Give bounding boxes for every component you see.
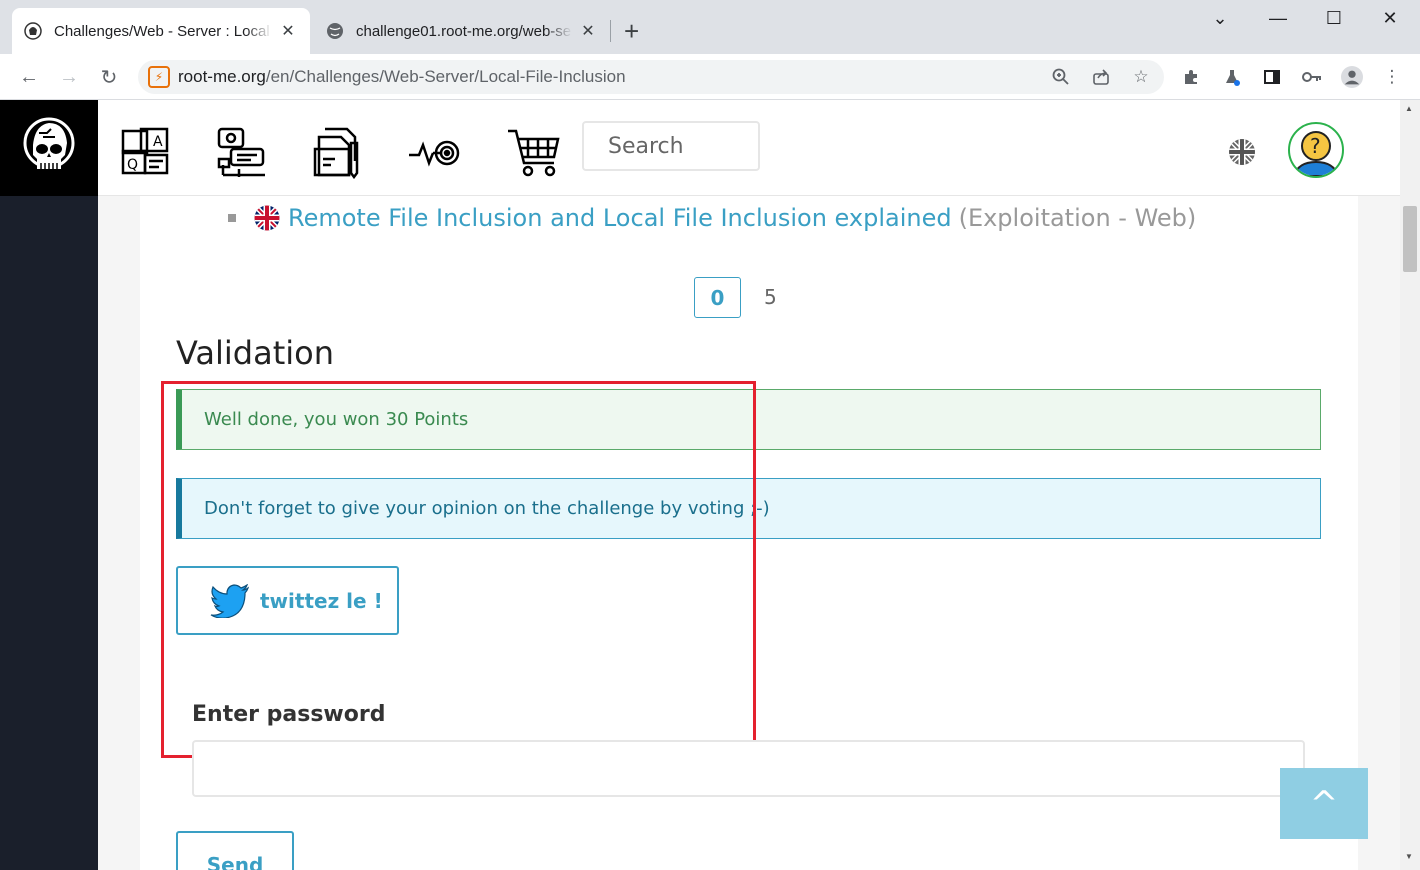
uk-flag-icon	[254, 205, 280, 231]
tab-challenge[interactable]: Challenges/Web - Server : Local File Inc…	[12, 8, 310, 54]
reload-icon[interactable]: ↻	[96, 64, 122, 90]
tab-search-icon[interactable]: ⌄	[1200, 8, 1240, 29]
browser-titlebar: Challenges/Web - Server : Local File Inc…	[0, 0, 1420, 54]
close-tab-icon[interactable]: ✕	[278, 21, 298, 41]
profile-icon[interactable]	[1341, 66, 1363, 88]
tab-challenge01[interactable]: challenge01.root-me.org/web-serveur/ch16…	[314, 8, 610, 54]
language-flag-icon[interactable]	[1228, 138, 1256, 166]
forum-icon[interactable]	[214, 124, 270, 180]
resource-link[interactable]: Remote File Inclusion and Local File Inc…	[288, 204, 952, 232]
user-avatar[interactable]: ?	[1288, 122, 1344, 178]
site-search-input[interactable]: Search	[582, 121, 760, 171]
pagination-current[interactable]: 0	[694, 277, 741, 318]
cart-icon[interactable]	[506, 124, 562, 180]
bookmark-star-icon[interactable]: ☆	[1130, 66, 1152, 88]
labs-flask-icon[interactable]	[1221, 66, 1243, 88]
tab-title: challenge01.root-me.org/web-serveur/ch16…	[356, 22, 572, 40]
rootme-favicon-icon	[24, 22, 42, 40]
password-label: Enter password	[192, 702, 386, 727]
password-input[interactable]	[192, 740, 1305, 797]
site-navbar: A Q Search ?	[98, 100, 1400, 196]
scroll-down-icon[interactable]: ▼	[1405, 852, 1413, 861]
tab-title: Challenges/Web - Server : Local File Inc…	[54, 22, 272, 40]
svg-text:Q: Q	[127, 157, 138, 173]
target-icon[interactable]	[406, 124, 462, 180]
maximize-icon[interactable]: ☐	[1314, 8, 1354, 29]
minimize-icon[interactable]: —	[1258, 8, 1298, 29]
side-panel-icon[interactable]	[1261, 66, 1283, 88]
qa-icon[interactable]: A Q	[118, 124, 174, 180]
globe-icon	[326, 22, 344, 40]
scroll-up-icon[interactable]: ▲	[1405, 104, 1413, 113]
back-icon[interactable]: ←	[16, 64, 42, 90]
browser-toolbar: ← → ↻ ⚡ root-me.org/en/Challenges/Web-Se…	[0, 54, 1420, 100]
key-icon[interactable]	[1301, 66, 1323, 88]
pagination-page[interactable]: 5	[764, 285, 777, 309]
url-text: root-me.org/en/Challenges/Web-Server/Loc…	[178, 67, 626, 86]
page-viewport: A Q Search ? Remote File Inclusion and L…	[0, 100, 1420, 870]
page-scrollbar[interactable]: ▲ ▼	[1400, 100, 1420, 870]
svg-text:?: ?	[1310, 134, 1321, 158]
zoom-icon[interactable]	[1050, 66, 1072, 88]
svg-text:A: A	[153, 134, 163, 150]
documents-icon[interactable]	[310, 124, 366, 180]
resource-list-item: Remote File Inclusion and Local File Inc…	[228, 204, 1196, 232]
rootme-logo-icon[interactable]	[0, 100, 98, 196]
site-info-icon[interactable]: ⚡	[148, 66, 170, 88]
resource-category: (Exploitation - Web)	[958, 204, 1197, 232]
close-tab-icon[interactable]: ✕	[578, 21, 598, 41]
address-bar[interactable]: ⚡ root-me.org/en/Challenges/Web-Server/L…	[138, 60, 1164, 94]
new-tab-button[interactable]: +	[624, 18, 639, 44]
scrollbar-thumb[interactable]	[1403, 206, 1417, 272]
forward-icon[interactable]: →	[56, 64, 82, 90]
validation-heading: Validation	[176, 334, 335, 372]
close-window-icon[interactable]: ✕	[1370, 8, 1410, 29]
scroll-to-top-button[interactable]: ^	[1280, 768, 1368, 839]
extensions-icon[interactable]	[1180, 66, 1202, 88]
left-sidebar	[0, 100, 98, 870]
tab-separator	[610, 20, 611, 42]
share-icon[interactable]	[1090, 66, 1112, 88]
list-bullet	[228, 214, 236, 222]
menu-kebab-icon[interactable]: ⋮	[1381, 66, 1403, 88]
send-button[interactable]: Send	[176, 831, 294, 870]
